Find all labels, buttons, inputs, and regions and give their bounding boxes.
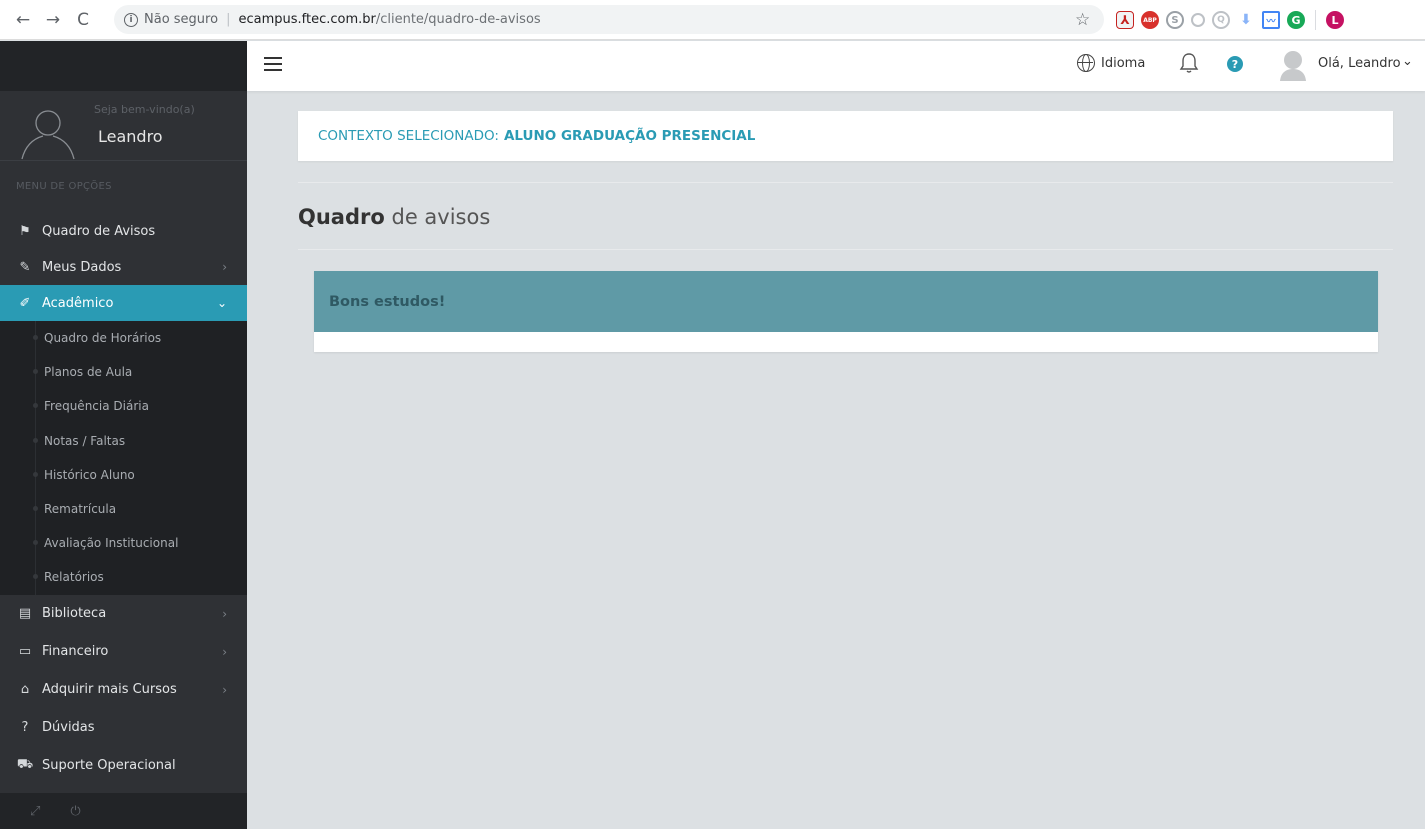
user-avatar-icon[interactable] [1278,49,1308,81]
reload-button[interactable]: C [70,7,96,33]
submenu-item-notas-faltas[interactable]: Notas / Faltas [0,424,247,458]
sidebar-item-label: Adquirir mais Cursos [42,682,177,697]
sidebar-item-label: Quadro de Avisos [42,223,156,239]
circle-extension-icon[interactable] [1191,13,1205,27]
globe-icon [1077,54,1095,72]
page-title-light: de avisos [391,205,491,229]
toolbar-divider [1315,10,1316,30]
flag-icon: ⚑ [19,223,31,239]
divider [298,249,1393,250]
divider [298,182,1393,183]
adblock-extension-icon[interactable]: ABP [1141,11,1159,29]
welcome-text: Seja bem-vindo(a) [94,103,195,116]
address-bar[interactable]: i Não seguro | ecampus.ftec.com.br/clien… [114,5,1104,34]
submenu-item-frequencia-diaria[interactable]: Frequência Diária [0,389,247,423]
home-icon: ⌂ [20,682,30,697]
sidebar-menu: ⚑ Quadro de Avisos ✎ Meus Dados › ✐ Acad… [0,213,247,785]
sidebar-item-academico[interactable]: ✐ Acadêmico ⌄ [0,285,247,321]
top-header: Idioma ? Olá, Leandro ⌄ [247,41,1425,91]
s-extension-icon[interactable]: S [1166,11,1184,29]
sidebar-username: Leandro [98,127,163,146]
question-icon: ? [21,720,29,735]
fullscreen-icon[interactable]: ⤢ [30,804,40,819]
bell-svg [1179,53,1199,73]
user-outline-icon [21,110,75,160]
user-block: Seja bem-vindo(a) Leandro [0,91,247,161]
power-icon[interactable]: ⏻ [70,804,80,819]
bell-icon[interactable] [1179,52,1199,79]
grammarly-extension-icon[interactable]: G [1287,11,1305,29]
url-path: /cliente/quadro-de-avisos [375,12,541,27]
chevron-down-icon: ⌄ [216,296,227,310]
chevron-right-icon: › [222,644,227,659]
sidebar-item-financeiro[interactable]: ▭ Financeiro › [0,633,247,671]
language-selector[interactable]: Idioma [1077,54,1145,72]
submenu-item-planos-de-aula[interactable]: Planos de Aula [0,355,247,389]
chevron-right-icon: › [222,260,227,274]
submenu-item-quadro-de-horarios[interactable]: Quadro de Horários [0,321,247,355]
sidebar-item-label: Financeiro [42,644,109,659]
context-prefix: CONTEXTO SELECIONADO: [318,128,499,144]
page-title: Quadro de avisos [298,205,490,229]
help-icon[interactable]: ? [1227,56,1243,72]
submenu-item-historico-aluno[interactable]: Histórico Aluno [0,458,247,492]
menu-title: MENU DE OPÇÕES [16,181,112,192]
edit-icon: ✎ [19,259,31,275]
bookmark-star-icon[interactable]: ☆ [1075,10,1090,30]
sidebar-item-adquirir-mais-cursos[interactable]: ⌂ Adquirir mais Cursos › [0,671,247,709]
sidebar-item-label: Meus Dados [42,259,122,275]
context-banner: CONTEXTO SELECIONADO: ALUNO GRADUAÇÃO PR… [298,111,1393,161]
submenu-item-relatorios[interactable]: Relatórios [0,560,247,594]
sidebar-item-quadro-de-avisos[interactable]: ⚑ Quadro de Avisos [0,213,247,249]
sidebar-logo-area [0,41,247,91]
chevron-right-icon: › [222,682,227,697]
page-title-bold: Quadro [298,205,385,229]
url-domain: ecampus.ftec.com.br [238,12,376,27]
submenu-item-rematricula[interactable]: Rematrícula [0,492,247,526]
sidebar-item-label: Biblioteca [42,606,107,621]
book-icon: ▤ [18,606,32,621]
user-greeting[interactable]: Olá, Leandro [1318,56,1401,71]
sidebar-item-duvidas[interactable]: ? Dúvidas [0,709,247,747]
sidebar-item-label: Acadêmico [42,295,114,311]
notice-title: Bons estudos! [314,271,1378,332]
insecure-label: Não seguro [144,12,219,27]
url-separator: | [226,12,231,27]
hamburger-menu-icon[interactable] [264,57,282,71]
browser-toolbar: ← → C i Não seguro | ecampus.ftec.com.br… [0,0,1425,40]
info-icon[interactable]: i [124,12,138,27]
pencil-icon: ✐ [19,295,31,311]
notice-card: Bons estudos! [314,271,1378,352]
sidebar: Seja bem-vindo(a) Leandro MENU DE OPÇÕES… [0,41,247,829]
extension-tray: ⅄ ABP S Q ⬇ 〰 G L [1116,10,1344,30]
back-button[interactable]: ← [10,7,36,33]
folder-icon: ▭ [18,644,32,659]
language-label: Idioma [1101,55,1146,71]
sidebar-item-meus-dados[interactable]: ✎ Meus Dados › [0,249,247,285]
download-extension-icon[interactable]: ⬇ [1237,11,1255,29]
forward-button[interactable]: → [40,7,66,33]
sidebar-footer: ⤢ ⏻ [0,793,247,829]
chevron-down-icon[interactable]: ⌄ [1402,54,1413,69]
support-icon: ⛟ [16,757,34,772]
sidebar-item-suporte-operacional[interactable]: ⛟ Suporte Operacional [0,747,247,785]
chevron-right-icon: › [222,606,227,621]
academic-submenu: Quadro de Horários Planos de Aula Frequê… [0,321,247,595]
sidebar-item-biblioteca[interactable]: ▤ Biblioteca › [0,595,247,633]
pdf-extension-icon[interactable]: ⅄ [1116,11,1134,29]
profile-avatar-icon[interactable]: L [1326,11,1344,29]
sidebar-item-label: Suporte Operacional [42,758,176,773]
chart-extension-icon[interactable]: 〰 [1262,11,1280,29]
q-extension-icon[interactable]: Q [1212,11,1230,29]
submenu-item-avaliacao-institucional[interactable]: Avaliação Institucional [0,526,247,560]
sidebar-item-label: Dúvidas [42,720,95,735]
context-value: ALUNO GRADUAÇÃO PRESENCIAL [503,128,756,144]
